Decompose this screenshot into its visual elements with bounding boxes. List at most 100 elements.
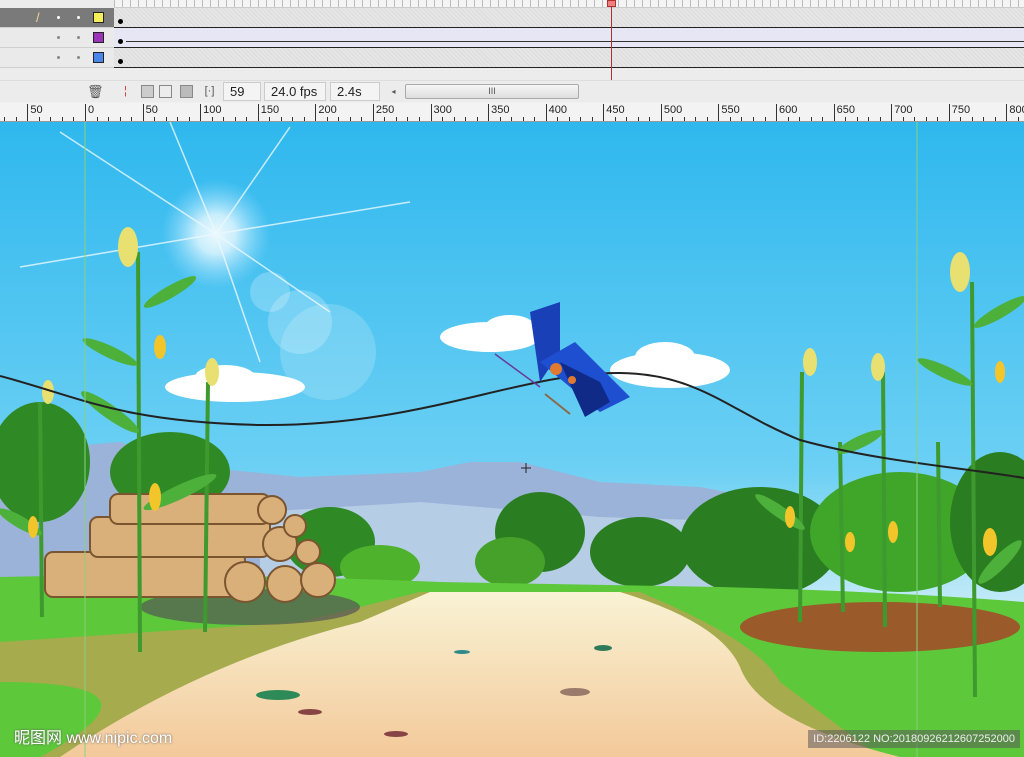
lock-dot[interactable]	[77, 16, 80, 19]
ruler-label: 750	[948, 104, 970, 121]
ruler-tick	[61, 117, 63, 121]
ruler-tick	[465, 117, 467, 121]
keyframe[interactable]	[118, 59, 123, 64]
playhead-handle[interactable]	[607, 0, 616, 7]
ruler-tick	[649, 117, 651, 121]
ruler-label: 500	[660, 104, 682, 121]
ruler-label: 200	[315, 104, 337, 121]
ruler-tick	[418, 117, 420, 121]
ruler-tick	[522, 117, 524, 121]
ruler-tick	[511, 117, 513, 121]
ruler-tick	[799, 117, 801, 121]
ruler-tick	[937, 117, 939, 121]
frame-header[interactable]	[114, 0, 1024, 8]
center-frame-icon[interactable]: ¦	[119, 85, 132, 98]
ruler-tick	[188, 117, 190, 121]
ruler-label: 800	[1006, 104, 1024, 121]
ruler-tick	[50, 117, 52, 121]
watermark-id: ID:2206122 NO:20180926212607252000	[808, 730, 1020, 748]
stage-canvas[interactable]: 昵图网 www.nipic.com ID:2206122 NO:20180926…	[0, 122, 1024, 757]
keyframe[interactable]	[118, 39, 123, 44]
ruler-tick	[868, 117, 870, 121]
visibility-dot[interactable]	[57, 16, 60, 19]
ruler-label: 400	[545, 104, 567, 121]
ruler-tick	[119, 117, 121, 121]
horizontal-ruler: 50 0 50 100 150 200 250 300 350 400 450 500 550 600 65…	[0, 103, 1024, 122]
scroll-left-icon[interactable]: ◂	[387, 85, 400, 98]
ruler-tick	[706, 117, 708, 121]
current-frame-field[interactable]: 59	[223, 82, 261, 101]
ruler-tick	[568, 117, 570, 121]
ruler-label: 100	[200, 104, 222, 121]
ruler-tick	[280, 117, 282, 121]
ruler-tick	[994, 117, 996, 121]
scene-artwork	[0, 122, 1024, 757]
ruler-label: 700	[891, 104, 913, 121]
layer-row-3[interactable]	[0, 48, 114, 68]
ruler-tick	[856, 117, 858, 121]
soil-patch	[740, 602, 1020, 652]
ruler-tick	[476, 117, 478, 121]
ruler-tick	[914, 117, 916, 121]
elapsed-time-field: 2.4s	[330, 82, 380, 101]
horizontal-scrollbar[interactable]: III	[405, 84, 579, 99]
onion-outline-icon[interactable]	[159, 85, 172, 98]
ruler-tick	[453, 117, 455, 121]
lock-dot[interactable]	[77, 36, 80, 39]
outline-color-swatch[interactable]	[93, 32, 104, 43]
ruler-tick	[580, 117, 582, 121]
trash-icon[interactable]: 🗑	[87, 85, 104, 98]
ruler-tick	[626, 117, 628, 121]
edit-multiple-frames-icon[interactable]	[180, 85, 193, 98]
ruler-tick	[637, 117, 639, 121]
ruler-tick	[752, 117, 754, 121]
ruler-tick	[879, 117, 881, 121]
ruler-tick	[764, 117, 766, 121]
ruler-tick	[108, 117, 110, 121]
frame-track-1[interactable]	[114, 8, 1024, 28]
timeline-panel: / 🗑 ¦ [·] 59 24.0 fps 2.4s ◂ III	[0, 0, 1024, 102]
ruler-tick	[361, 117, 363, 121]
onion-skin-icon[interactable]	[141, 85, 154, 98]
ruler-tick	[177, 117, 179, 121]
ruler-tick	[246, 117, 248, 121]
ruler-label: 350	[488, 104, 509, 121]
ruler-tick	[534, 117, 536, 121]
ruler-label: 600	[776, 104, 797, 121]
ruler-tick	[683, 117, 685, 121]
outline-color-swatch[interactable]	[93, 52, 104, 63]
frame-rate-field[interactable]: 24.0 fps	[264, 82, 326, 101]
visibility-dot[interactable]	[57, 56, 60, 59]
layer-row-1[interactable]: /	[0, 8, 114, 28]
ruler-label: 650	[833, 104, 855, 121]
ruler-tick	[591, 117, 593, 121]
ruler-tick	[96, 117, 98, 121]
outline-color-swatch[interactable]	[93, 12, 104, 23]
frame-track-2[interactable]	[114, 28, 1024, 48]
modify-markers-icon[interactable]: [·]	[203, 85, 216, 98]
ruler-label: 450	[603, 104, 625, 121]
ruler-tick	[73, 117, 75, 121]
frame-track-3[interactable]	[114, 48, 1024, 68]
ruler-tick	[925, 117, 927, 121]
ruler-tick	[15, 117, 17, 121]
ruler-tick	[810, 117, 812, 121]
lock-dot[interactable]	[77, 56, 80, 59]
ruler-tick	[131, 117, 133, 121]
visibility-dot[interactable]	[57, 36, 60, 39]
ruler-tick	[983, 117, 985, 121]
ruler-tick	[234, 117, 236, 121]
ruler-label: 0	[85, 104, 94, 121]
ruler-tick	[741, 117, 743, 121]
keyframe[interactable]	[118, 19, 123, 24]
tween-arrow	[126, 41, 1024, 42]
layer-row-2[interactable]	[0, 28, 114, 48]
ruler-tick	[695, 117, 697, 121]
ruler-tick	[4, 117, 6, 121]
ruler-tick	[407, 117, 409, 121]
ruler-label: 250	[372, 104, 394, 121]
ruler-label: 150	[257, 104, 279, 121]
ruler-tick	[822, 117, 824, 121]
ruler-label: 550	[718, 104, 740, 121]
ruler-tick	[338, 117, 340, 121]
